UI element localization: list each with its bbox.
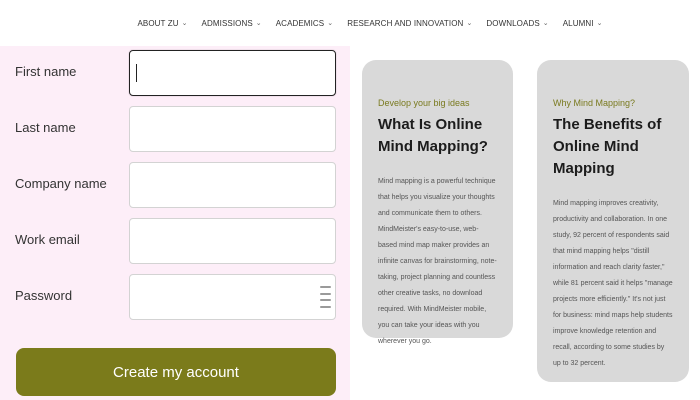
company-name-row: Company name xyxy=(0,162,350,208)
password-label: Password xyxy=(15,288,73,303)
chevron-down-icon: ⌄ xyxy=(255,20,262,27)
work-email-field[interactable] xyxy=(129,218,336,264)
nav-item-label: ALUMNI xyxy=(562,18,594,28)
nav-item-research-and-innovation[interactable]: RESEARCH AND INNOVATION ⌄ xyxy=(347,19,472,28)
top-nav: ABOUT ZU ⌄ ADMISSIONS ⌄ ACADEMICS ⌄ RESE… xyxy=(0,0,700,46)
nav-item-downloads[interactable]: DOWNLOADS ⌄ xyxy=(486,19,548,28)
password-field[interactable] xyxy=(129,274,336,320)
first-name-row: First name xyxy=(0,50,350,96)
nav-item-admissions[interactable]: ADMISSIONS ⌄ xyxy=(202,19,262,28)
chevron-down-icon: ⌄ xyxy=(181,20,188,27)
nav-item-academics[interactable]: ACADEMICS ⌄ xyxy=(276,19,333,28)
last-name-row: Last name xyxy=(0,106,350,152)
last-name-label: Last name xyxy=(15,120,76,135)
info-card-benefits: Why Mind Mapping? The Benefits of Online… xyxy=(537,60,689,382)
card-body: Mind mapping is a powerful technique tha… xyxy=(378,178,497,345)
card-title: What Is Online Mind Mapping? xyxy=(378,116,488,155)
card-eyebrow: Why Mind Mapping? xyxy=(553,98,636,108)
nav-item-label: ABOUT ZU xyxy=(137,18,179,28)
company-name-label: Company name xyxy=(15,176,107,191)
first-name-label: First name xyxy=(15,64,77,79)
nav-item-label: DOWNLOADS xyxy=(486,18,540,28)
chevron-down-icon: ⌄ xyxy=(466,20,473,27)
card-title: The Benefits of Online Mind Mapping xyxy=(553,116,662,177)
password-manager-icon[interactable] xyxy=(320,286,331,308)
card-eyebrow: Develop your big ideas xyxy=(378,98,470,108)
nav-item-alumni[interactable]: ALUMNI ⌄ xyxy=(563,19,603,28)
nav-item-label: RESEARCH AND INNOVATION xyxy=(347,18,464,28)
work-email-label: Work email xyxy=(15,232,80,247)
nav-item-label: ADMISSIONS xyxy=(201,18,253,28)
nav-item-label: ACADEMICS xyxy=(275,18,325,28)
text-cursor xyxy=(136,64,137,82)
chevron-down-icon: ⌄ xyxy=(327,20,334,27)
company-name-field[interactable] xyxy=(129,162,336,208)
nav-item-about-zu[interactable]: ABOUT ZU ⌄ xyxy=(137,19,187,28)
info-card-what-is: Develop your big ideas What Is Online Mi… xyxy=(362,60,513,345)
work-email-row: Work email xyxy=(0,218,350,264)
first-name-field[interactable] xyxy=(129,50,336,96)
chevron-down-icon: ⌄ xyxy=(596,20,603,27)
create-account-button[interactable]: Create my account xyxy=(16,348,336,396)
signup-form: First name Last name Company name Work e… xyxy=(0,46,350,400)
password-row: Password xyxy=(0,274,350,320)
chevron-down-icon: ⌄ xyxy=(542,20,549,27)
card-body: Mind mapping improves creativity, produc… xyxy=(553,200,673,367)
last-name-field[interactable] xyxy=(129,106,336,152)
